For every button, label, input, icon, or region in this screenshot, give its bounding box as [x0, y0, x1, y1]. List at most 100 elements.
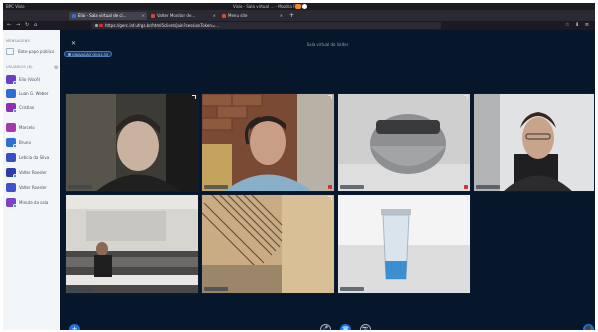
user-name: Bruno: [19, 140, 31, 145]
lock-icon: [95, 24, 98, 27]
avatar: [6, 183, 16, 192]
leave-audio-button[interactable]: ☎: [340, 324, 351, 330]
user-item[interactable]: Letícia da Silva: [6, 153, 58, 163]
muted-mic-icon: [328, 185, 332, 189]
url-bar[interactable]: https://gerc.inf.ufrgs.br/html5client/jo…: [91, 22, 441, 29]
tab-label: Elio - Sala virtual de ci...: [78, 13, 127, 18]
recording-badge[interactable]: GRAVAÇÃO 00:01:33: [64, 51, 113, 57]
user-item[interactable]: Cristian: [6, 103, 58, 113]
tab-monitor[interactable]: Valter Monitor de... ×: [148, 12, 218, 20]
webcam-feed-person-4: [474, 94, 594, 191]
user-name: Cristian: [19, 105, 35, 110]
user-item[interactable]: Bruno: [6, 138, 58, 148]
video-tile[interactable]: [65, 93, 199, 192]
participant-name-tag: [68, 287, 92, 291]
mute-microphone-button[interactable]: 🎤: [320, 324, 331, 330]
camera-permission-icon[interactable]: [99, 24, 103, 27]
user-name: Valter Roesler: [19, 185, 47, 190]
video-tile[interactable]: [473, 93, 595, 192]
messages-section-title: MENSAGENS: [6, 39, 31, 43]
tab-meeting[interactable]: Elio - Sala virtual de ci... ×: [69, 12, 147, 20]
web-page: MENSAGENS Bate-papo público USUÁRIOS (8)…: [3, 30, 595, 330]
participant-name-tag: [204, 185, 228, 189]
participant-name-tag: [68, 185, 92, 189]
tab-bar: Elio - Sala virtual de ci... × Valter Mo…: [3, 10, 595, 21]
share-screen-button[interactable]: ⬛: [583, 324, 594, 330]
close-tab-icon[interactable]: ×: [142, 13, 145, 18]
toolbar-icons[interactable]: ☆ ⬇ ≡: [565, 22, 591, 28]
screenshot-frame: BPC Visio Visio - Sala virtual ... - Moz…: [3, 3, 595, 330]
fullscreen-icon[interactable]: [328, 196, 332, 200]
participant-name-tag: [340, 287, 364, 291]
status-dot-icon: [13, 204, 17, 208]
webcam-feed-person-2: [202, 94, 334, 191]
tab-favicon-icon: [151, 14, 155, 18]
tab-favicon-icon: [222, 14, 226, 18]
avatar: [6, 89, 16, 98]
webcam-feed-classroom: [66, 195, 198, 293]
user-name: Elio (Você): [19, 77, 41, 82]
phone-icon: ☎: [342, 326, 349, 330]
fullscreen-icon[interactable]: [192, 95, 196, 99]
meeting-area: ✕ Sala virtual do Valter GRAVAÇÃO 00:01:…: [60, 30, 595, 330]
camera-icon: 📷: [362, 326, 369, 330]
user-item[interactable]: Marcelo: [6, 123, 58, 133]
fullscreen-icon[interactable]: [464, 95, 468, 99]
user-name: Minuta da sala: [19, 200, 49, 205]
avatar: [6, 153, 16, 162]
participant-name-tag: [340, 185, 364, 189]
tab-label: Menu site: [228, 13, 248, 18]
user-item[interactable]: Elio (Você): [6, 75, 58, 85]
chat-icon: [6, 48, 14, 55]
screen-share-indicator-icon: [295, 4, 301, 9]
video-tile[interactable]: [201, 93, 335, 192]
user-item[interactable]: Valter Roesler: [6, 183, 58, 193]
fullscreen-icon[interactable]: [464, 196, 468, 200]
reload-icon[interactable]: ↻: [25, 22, 29, 28]
home-icon[interactable]: ⌂: [34, 22, 37, 28]
status-dot-icon: [13, 144, 17, 148]
meeting-title: Sala virtual do Valter: [306, 42, 349, 47]
video-tile[interactable]: [201, 194, 335, 294]
recording-label: GRAVAÇÃO 00:01:33: [72, 53, 109, 57]
window-titlebar: BPC Visio Visio - Sala virtual ... - Moz…: [3, 3, 595, 10]
status-dot-icon: [13, 174, 17, 178]
user-name: Letícia da Silva: [19, 155, 50, 160]
recording-dot-icon: [68, 53, 71, 56]
gear-icon[interactable]: ⚙: [54, 65, 58, 71]
public-chat-label: Bate-papo público: [18, 49, 55, 54]
tab-label: Valter Monitor de...: [157, 13, 196, 18]
video-tile[interactable]: [337, 93, 471, 192]
microphone-icon: 🎤: [322, 326, 329, 330]
close-tab-icon[interactable]: ×: [280, 13, 283, 18]
fullscreen-icon[interactable]: [588, 95, 592, 99]
app-name: BPC Visio: [6, 4, 25, 9]
status-dot-icon: [13, 109, 17, 113]
avatar: [6, 123, 16, 132]
url-text: https://gerc.inf.ufrgs.br/html5client/jo…: [105, 23, 220, 28]
actions-button[interactable]: +: [69, 324, 80, 330]
muted-mic-icon: [464, 185, 468, 189]
share-webcam-button[interactable]: 📷: [360, 324, 371, 330]
close-tab-icon[interactable]: ×: [213, 13, 216, 18]
video-tile[interactable]: [65, 194, 199, 294]
user-item[interactable]: Luan G. Weber: [6, 89, 58, 99]
back-icon[interactable]: ←: [7, 22, 11, 28]
navigation-bar: ← → ↻ ⌂ https://gerc.inf.ufrgs.br/html5c…: [3, 21, 595, 30]
webcam-feed-covered: [338, 94, 470, 191]
participant-name-tag: [476, 185, 500, 189]
webcam-feed-person-1: [66, 94, 198, 191]
user-item[interactable]: Valter Roesler: [6, 168, 58, 178]
webcam-feed-room: [202, 195, 334, 293]
user-item[interactable]: Minuta da sala: [6, 198, 58, 208]
video-tile[interactable]: [337, 194, 471, 294]
forward-icon[interactable]: →: [16, 22, 20, 28]
fullscreen-icon[interactable]: [328, 95, 332, 99]
new-tab-button[interactable]: +: [289, 12, 294, 19]
tab-menu[interactable]: Menu site ×: [219, 12, 285, 20]
users-section-title: USUÁRIOS (8): [6, 65, 33, 69]
tab-favicon-icon: [72, 14, 76, 18]
fullscreen-icon[interactable]: [192, 196, 196, 200]
camera-indicator-icon: [302, 4, 307, 9]
participant-name-tag: [204, 287, 228, 291]
